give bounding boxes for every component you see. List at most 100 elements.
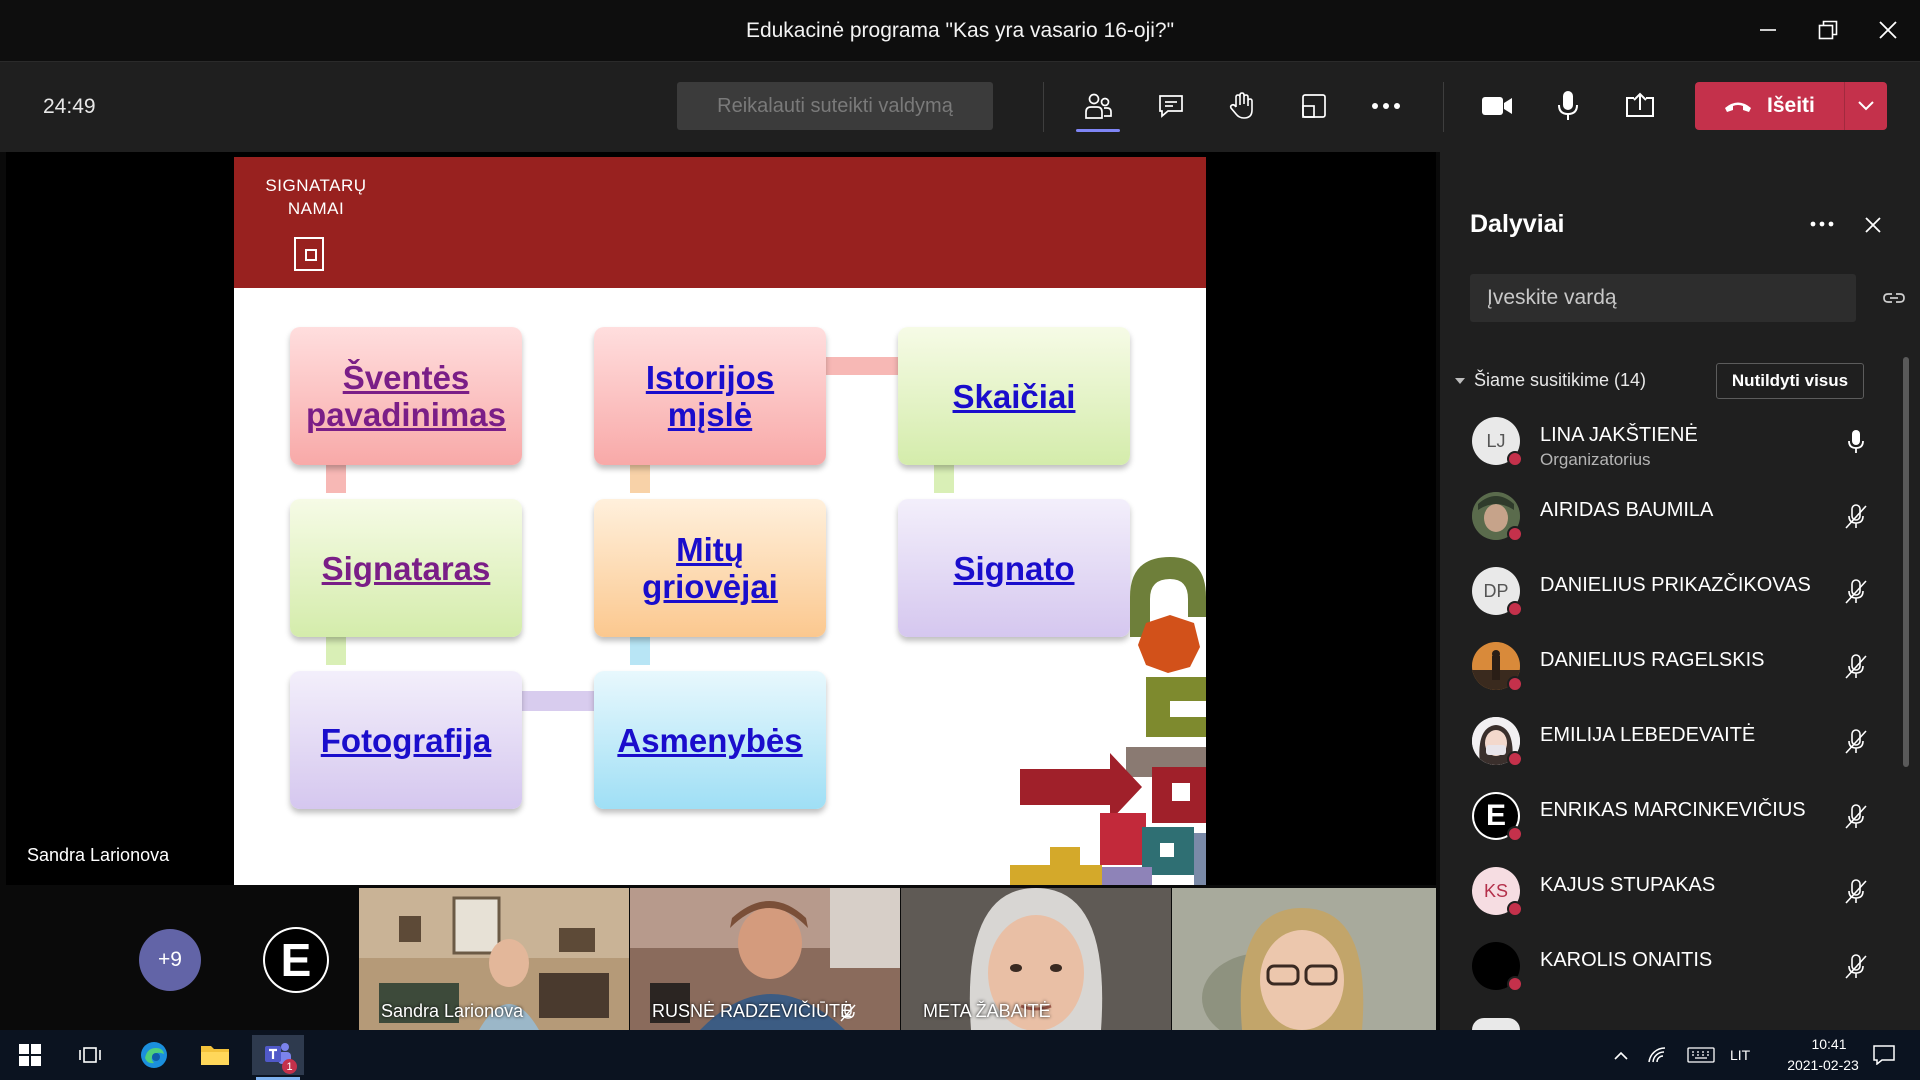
- share-invite-button[interactable]: [1880, 286, 1908, 310]
- video-tile[interactable]: Sandra Larionova: [359, 888, 629, 1030]
- chat-button[interactable]: [1147, 84, 1195, 128]
- raise-hand-button[interactable]: [1218, 84, 1266, 128]
- mic-off-icon: [1842, 503, 1870, 531]
- participant-row[interactable]: AIRIDAS BAUMILA: [1470, 487, 1890, 547]
- notification-icon: [1873, 1045, 1895, 1065]
- chevron-down-icon: [1858, 101, 1874, 111]
- participants-button[interactable]: [1074, 84, 1122, 132]
- video-name-label: Sandra Larionova: [381, 1001, 524, 1021]
- windows-taskbar: 1 LIT 10:41 2021-02-23: [0, 1030, 1920, 1080]
- tile-sventes-pavadinimas[interactable]: Šventės pavadinimas: [290, 327, 522, 465]
- leave-button[interactable]: Išeiti: [1695, 82, 1845, 130]
- notifications-button[interactable]: [1860, 1035, 1908, 1075]
- tile-skaiciai[interactable]: Skaičiai: [898, 327, 1130, 465]
- minimize-button[interactable]: [1738, 10, 1798, 50]
- participant-name: ENRIKAS MARCINKEVIČIUS: [1540, 799, 1806, 821]
- tile-istorijos-misle[interactable]: Istorijos mįslė: [594, 327, 826, 465]
- mic-off-icon: [1842, 653, 1870, 681]
- status-badge: [1507, 976, 1523, 992]
- task-view-button[interactable]: [66, 1035, 114, 1075]
- participant-row[interactable]: E ENRIKAS MARCINKEVIČIUS: [1470, 787, 1890, 847]
- video-tile[interactable]: RUSNĖ RADZEVIČIŪTĖ: [630, 888, 900, 1030]
- panel-scrollbar[interactable]: [1903, 357, 1909, 767]
- leave-options-button[interactable]: [1845, 82, 1887, 130]
- in-meeting-section-header[interactable]: Šiame susitikime (14): [1454, 370, 1646, 391]
- close-icon: [1865, 217, 1881, 233]
- breakout-rooms-icon: [1302, 94, 1326, 118]
- teams-badge: 1: [282, 1059, 297, 1074]
- participant-row[interactable]: KAROLIS ONAITIS: [1470, 937, 1890, 997]
- tile-link[interactable]: Asmenybės: [617, 722, 802, 759]
- tile-link[interactable]: Skaičiai: [953, 378, 1076, 415]
- teams-taskbar-button[interactable]: 1: [252, 1035, 304, 1080]
- touch-keyboard-button[interactable]: [1682, 1035, 1720, 1075]
- participant-name: KAROLIS ONAITIS: [1540, 949, 1713, 971]
- camera-button[interactable]: [1473, 84, 1521, 128]
- ellipsis-icon: [1810, 221, 1834, 227]
- tile-link[interactable]: Šventės pavadinimas: [290, 359, 522, 433]
- tile-link[interactable]: Mitų griovėjai: [635, 531, 785, 605]
- more-actions-button[interactable]: [1362, 84, 1410, 128]
- presenter-name-label: Sandra Larionova: [27, 845, 170, 865]
- rooms-button[interactable]: [1290, 84, 1338, 128]
- mic-off-icon: [1842, 578, 1870, 606]
- start-button[interactable]: [6, 1035, 54, 1075]
- tile-mitu-griovejai[interactable]: Mitų griovėjai: [594, 499, 826, 637]
- participant-search-input[interactable]: [1470, 274, 1856, 322]
- people-icon: [1085, 93, 1112, 119]
- signataru-namai-logo: SIGNATARŲ NAMAI: [256, 174, 376, 220]
- minimize-icon: [1760, 29, 1776, 31]
- panel-close-button[interactable]: [1858, 210, 1888, 240]
- network-button[interactable]: [1640, 1035, 1676, 1075]
- panel-more-button[interactable]: [1802, 207, 1842, 241]
- participant-row[interactable]: DANIELIUS RAGELSKIS: [1470, 637, 1890, 697]
- participant-avatar-e[interactable]: E: [263, 927, 329, 993]
- request-control-button[interactable]: Reikalauti suteikti valdymą: [677, 82, 993, 130]
- more-participants-button[interactable]: +9: [139, 929, 201, 991]
- restore-button[interactable]: [1798, 10, 1858, 50]
- video-tile[interactable]: [1172, 888, 1436, 1030]
- hang-up-icon: [1725, 102, 1751, 112]
- participant-name: LINA JAKŠTIENĖ: [1540, 424, 1698, 446]
- decorative-geometric-art: [1010, 557, 1206, 885]
- video-tile[interactable]: META ŽABAITĖ: [901, 888, 1171, 1030]
- connector: [824, 357, 898, 375]
- close-button[interactable]: [1858, 10, 1918, 50]
- link-icon: [1883, 293, 1905, 303]
- wifi-icon: [1648, 1047, 1666, 1063]
- video-feed: [1172, 888, 1436, 1030]
- show-hidden-icons-button[interactable]: [1606, 1035, 1636, 1075]
- ellipsis-icon: [1372, 103, 1400, 109]
- presentation-slide: SIGNATARŲ NAMAI Šventės pavadinimas Isto…: [234, 157, 1206, 885]
- participant-name: DANIELIUS PRIKAZČIKOVAS: [1540, 574, 1811, 596]
- share-screen-icon: [1626, 92, 1654, 117]
- tile-link[interactable]: Signataras: [322, 550, 491, 587]
- edge-browser-button[interactable]: [130, 1035, 178, 1075]
- participant-row[interactable]: KS KAJUS STUPAKAS: [1470, 862, 1890, 922]
- tile-asmenybes[interactable]: Asmenybės: [594, 671, 826, 809]
- participant-row[interactable]: EMILIJA LEBEDEVAITĖ: [1470, 712, 1890, 772]
- panel-title: Dalyviai: [1470, 210, 1565, 238]
- status-badge: [1507, 826, 1523, 842]
- status-badge: [1507, 676, 1523, 692]
- tile-link[interactable]: Fotografija: [321, 722, 492, 759]
- tile-link[interactable]: Istorijos mįslė: [640, 359, 780, 433]
- microphone-button[interactable]: [1544, 84, 1592, 128]
- participant-row[interactable]: LJ LINA JAKŠTIENĖ Organizatorius: [1470, 412, 1890, 472]
- file-explorer-button[interactable]: [191, 1035, 239, 1075]
- chevron-up-icon: [1614, 1051, 1628, 1060]
- participant-row[interactable]: DP DANIELIUS PRIKAZČIKOVAS: [1470, 562, 1890, 622]
- connector: [520, 691, 594, 711]
- leave-button-group: Išeiti: [1695, 82, 1887, 130]
- tile-fotografija[interactable]: Fotografija: [290, 671, 522, 809]
- status-badge: [1507, 526, 1523, 542]
- toolbar-divider: [1043, 82, 1044, 132]
- participant-name: DANIELIUS RAGELSKIS: [1540, 649, 1765, 671]
- close-icon: [1879, 21, 1897, 39]
- share-screen-button[interactable]: [1616, 84, 1664, 128]
- input-language[interactable]: LIT: [1730, 1047, 1750, 1063]
- tile-signataras[interactable]: Signataras: [290, 499, 522, 637]
- mic-off-icon: [1842, 953, 1870, 981]
- avatar: [1472, 1018, 1520, 1030]
- mute-all-button[interactable]: Nutildyti visus: [1716, 363, 1864, 399]
